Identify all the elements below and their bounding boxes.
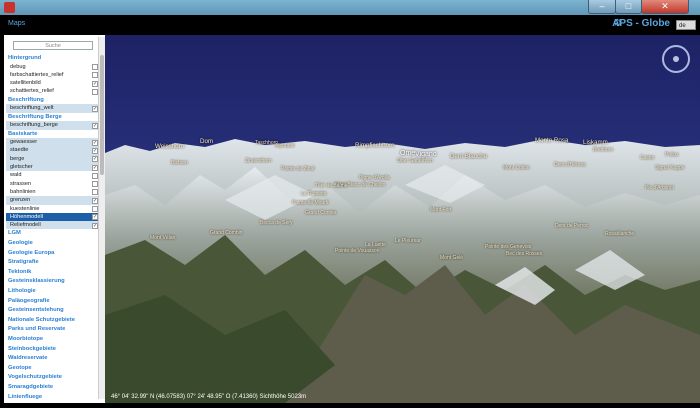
layer-group-link[interactable]: Waldreservate (6, 354, 100, 364)
layer-item[interactable]: Reliefmodell (6, 221, 100, 230)
mountain-label: Grand Combin (210, 230, 243, 236)
mountain-label: Pigne d'Arolla (359, 175, 390, 181)
layer-item[interactable]: kuestenlinie (6, 205, 100, 213)
mountain-label: Becca de Sery (260, 220, 293, 226)
mountain-label: Ober Gabelhorn (397, 158, 433, 164)
layer-group-link[interactable]: LGM (6, 229, 100, 239)
layer-group-header[interactable]: Beschriftung Berge (6, 113, 100, 122)
mountain-label: Pointe de Vouasson (335, 248, 380, 254)
layer-group-link[interactable]: Linienfluege (6, 393, 100, 403)
layer-item[interactable]: grenzen (6, 196, 100, 205)
layer-sidebar: Suche Hintergrund debug farbschattiertes_r… (4, 35, 106, 403)
mountain-label: La Ruinette (301, 191, 327, 197)
layer-group-link[interactable]: Vogelschutzgebiete (6, 373, 100, 383)
layer-group-link[interactable]: Paläogeografie (6, 297, 100, 307)
layer-item[interactable]: beschriftung_berge (6, 121, 100, 130)
layer-item[interactable]: wald (6, 171, 100, 179)
layer-group-link[interactable]: Moorbiotope (6, 335, 100, 345)
mountain-label: Castor (640, 155, 655, 161)
layer-list: Hintergrund debug farbschattiertes_relief s… (6, 54, 100, 403)
app-icon (4, 2, 15, 13)
mountain-label: Tête de Balme (315, 183, 348, 189)
coordinate-status: 46° 04' 32.99" N (46.07583) 07° 24' 48.9… (111, 394, 307, 400)
mountain-label: Vigano (415, 151, 437, 158)
mountain-label: Pointe de Zinal (281, 166, 315, 172)
minimize-button[interactable]: – (588, 0, 616, 14)
mountain-label: Monte Rosa (535, 137, 569, 144)
layer-group-link[interactable]: Geologie (6, 239, 100, 249)
mountain-label: Grand Cornier (305, 210, 337, 216)
compass-dot (673, 56, 679, 62)
layer-group-link[interactable]: Gesteinsentstehung (6, 306, 100, 316)
layer-group-header[interactable]: Hintergrund (6, 54, 100, 63)
maximize-button[interactable]: □ (615, 0, 642, 14)
terrain (105, 139, 700, 403)
layer-group-link[interactable]: Geotope (6, 364, 100, 374)
mountain-label: Pic d'Artsinol (645, 185, 674, 191)
app-title: APS - Globe (612, 18, 670, 29)
language-select[interactable]: de (676, 20, 696, 30)
layer-item[interactable]: bahnlinien (6, 188, 100, 196)
layer-item[interactable]: berge (6, 154, 100, 164)
compass-icon[interactable] (662, 45, 690, 73)
globe-view[interactable]: Dom Weisshorn Taschhorn Alphubel Rimpfischho… (105, 35, 700, 403)
mountain-label: Pointe de Mourti (292, 200, 329, 206)
layer-item[interactable]: gewaesser (6, 138, 100, 147)
layer-item[interactable]: strassen (6, 180, 100, 188)
layer-item[interactable]: gletscher (6, 163, 100, 172)
mountain-label: Ome (400, 150, 416, 157)
mountain-label: Dent d'Hérens (554, 162, 586, 168)
mountain-label: Bishorn (171, 160, 188, 166)
window-titlebar: – □ ✕ (0, 0, 700, 15)
layer-group-link[interactable]: Geologie Europa (6, 249, 100, 259)
search-input[interactable]: Suche (13, 41, 93, 50)
layer-item[interactable]: debug (6, 63, 100, 71)
mountain-label: Mont Fort (430, 207, 452, 213)
mountain-label: Liskamm (583, 139, 608, 146)
mountain-label: Rimpfischhorn (355, 142, 395, 149)
layer-item[interactable]: staedte (6, 146, 100, 155)
layer-group-link[interactable]: Lithologie (6, 287, 100, 297)
layer-group-link[interactable]: Flugplätze (6, 402, 100, 403)
layer-group-link[interactable]: Tektonik (6, 268, 100, 278)
mountain-label: Weisshorn (155, 143, 185, 150)
mountain-label: Dom (200, 138, 214, 145)
mountain-label: Rosablanche (605, 231, 635, 237)
mountain-label: Breithorn (593, 147, 614, 153)
mountain-label: Alphubel (275, 143, 295, 149)
close-button[interactable]: ✕ (641, 0, 689, 14)
layer-item[interactable]: schattiertes_relief (6, 87, 100, 95)
layer-item[interactable]: beschriftung_welt (6, 104, 100, 113)
mountain-label: Le Pleureur (395, 238, 421, 244)
layer-group-link[interactable]: Parks und Reservate (6, 325, 100, 335)
app-header: Maps ⚙ APS - Globe de (0, 15, 700, 35)
maps-link[interactable]: Maps (8, 20, 25, 27)
layer-group-link[interactable]: Gesteinsklassierung (6, 277, 100, 287)
mountain-label: Dent de Perroc (555, 223, 589, 229)
layer-group-header[interactable]: Basiskarte (6, 130, 100, 139)
sidebar-scrollbar[interactable] (98, 37, 105, 399)
mountain-label: Mont Vélan (150, 235, 176, 241)
layer-item[interactable]: farbschattiertes_relief (6, 71, 100, 79)
layer-item[interactable]: satellitenbild (6, 79, 100, 88)
mountain-label: Pointe des Genevois (485, 244, 532, 250)
layer-item[interactable]: Höhenmodell (6, 212, 100, 222)
layer-group-link[interactable]: Nationale Schutzgebiete (6, 316, 100, 326)
scrollbar-thumb[interactable] (100, 55, 104, 175)
mountain-label: Signal Kuppe (655, 165, 685, 171)
layer-group-link[interactable]: Smaragdgebiete (6, 383, 100, 393)
mountain-label: Dent Blanche (450, 153, 488, 160)
mountain-label: Zinalrothorn (245, 158, 272, 164)
layer-group-header[interactable]: Beschriftung (6, 96, 100, 105)
layer-group-link[interactable]: Steinbockgebiete (6, 345, 100, 355)
mountain-label: Bec des Rosses (506, 251, 543, 257)
mountain-label: Mont Gelé (440, 255, 464, 261)
layer-group-link[interactable]: Stratigrafie (6, 258, 100, 268)
mountain-label: Pollux (665, 152, 679, 158)
mountain-label: Mont Collon (503, 165, 530, 171)
